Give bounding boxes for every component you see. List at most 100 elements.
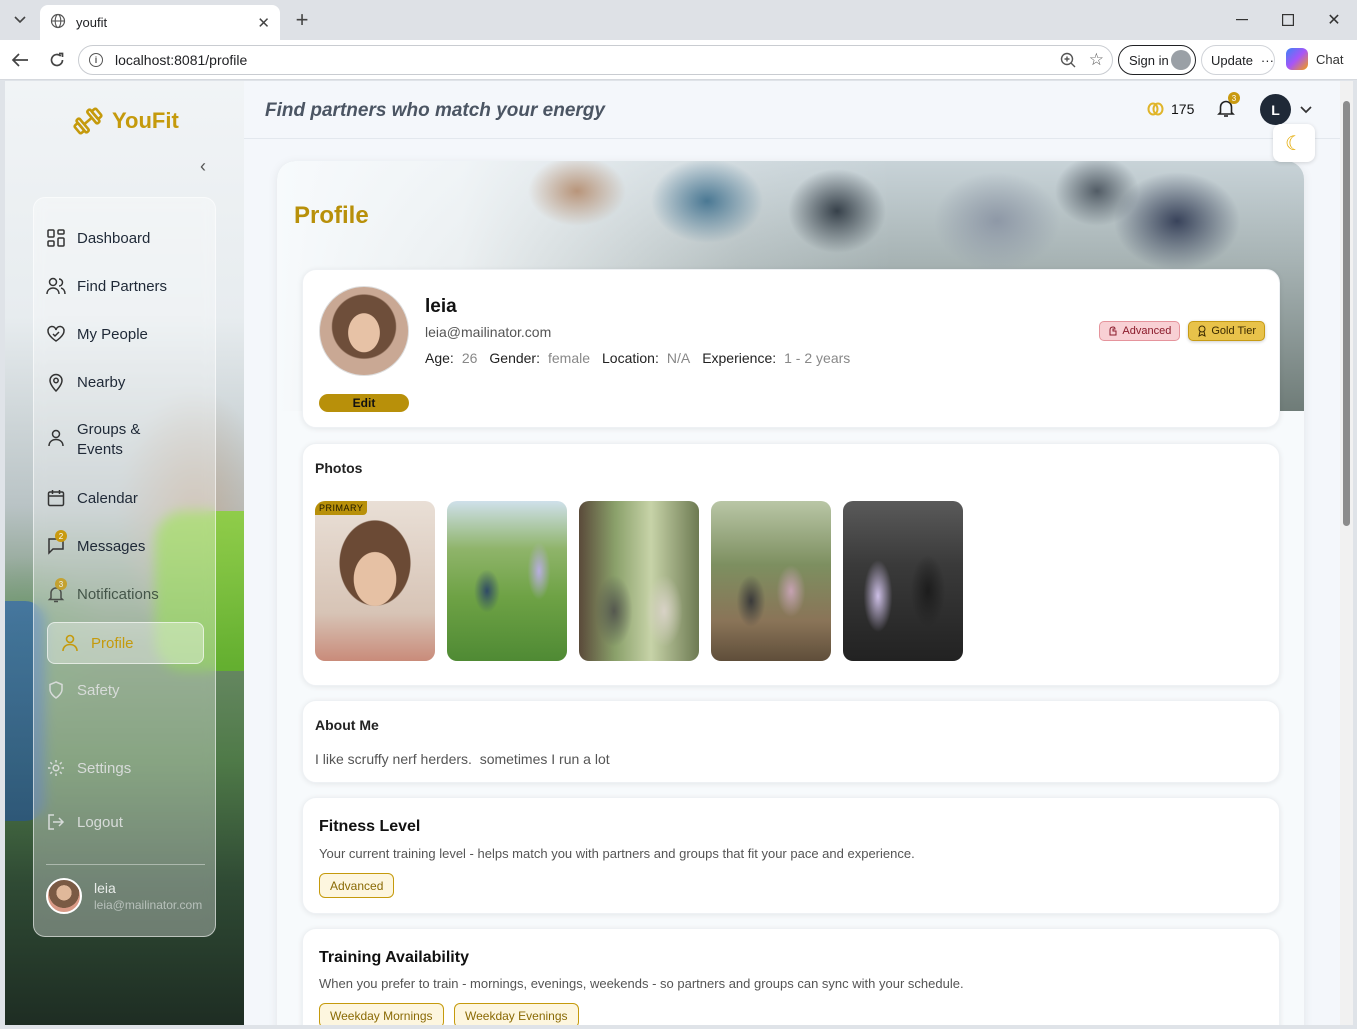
availability-title: Training Availability <box>319 949 469 966</box>
moon-icon: ☾ <box>1285 132 1303 155</box>
reload-icon[interactable] <box>44 48 70 72</box>
sidebar-item-label: Logout <box>77 813 123 831</box>
availability-description: When you prefer to train - mornings, eve… <box>319 976 964 991</box>
photo-thumbnail[interactable] <box>843 501 963 661</box>
dumbbell-icon <box>73 107 103 135</box>
sidebar-nav: Dashboard Find Partners My People Nearby… <box>33 197 216 937</box>
sidebar-item-label: Groups & Events <box>77 421 141 458</box>
photo-thumbnail[interactable]: PRIMARY <box>315 501 435 661</box>
collapse-sidebar-icon[interactable]: ‹ <box>200 156 206 177</box>
browser-tabbar: youfit ✕ + ✕ <box>0 0 1357 40</box>
about-text: I like scruffy nerf herders. sometimes I… <box>315 751 610 767</box>
gear-icon <box>46 758 66 778</box>
sidebar: YouFit ‹ Dashboard Find Partners My Peop… <box>5 81 244 1025</box>
browser-toolbar: i localhost:8081/profile ☆ Sign in Updat… <box>0 40 1357 80</box>
fitness-level-chip: Advanced <box>319 873 395 898</box>
copilot-chat-button[interactable]: Chat <box>1286 48 1343 70</box>
profile-card: Profile Edit leia leia@mailinator.com Ag… <box>277 161 1304 1025</box>
message-icon: 2 <box>46 530 67 556</box>
header-tagline: Find partners who match your energy <box>265 100 605 121</box>
edit-profile-button[interactable]: Edit <box>319 394 409 412</box>
dark-mode-toggle[interactable]: ☾ <box>1273 124 1315 162</box>
minimize-icon[interactable] <box>1229 8 1255 32</box>
sidebar-item-label: Messages <box>77 537 146 555</box>
sidebar-item-label: Safety <box>77 681 120 699</box>
sidebar-item-profile[interactable]: Profile <box>47 622 204 664</box>
notifications-button[interactable]: 3 <box>1216 92 1240 123</box>
url-text: localhost:8081/profile <box>115 52 248 68</box>
level-badge: Advanced <box>1099 321 1181 341</box>
tab-search-icon[interactable] <box>6 7 34 33</box>
location-value: N/A <box>666 350 691 366</box>
sidebar-user-card[interactable]: leia leia@mailinator.com <box>46 878 202 914</box>
sidebar-item-groups-events[interactable]: Groups & Events <box>46 420 203 460</box>
sidebar-item-nearby[interactable]: Nearby <box>46 372 203 392</box>
gender-label: Gender: <box>489 350 540 366</box>
bookmark-star-icon[interactable]: ☆ <box>1089 50 1104 70</box>
users-icon <box>46 276 66 296</box>
about-title: About Me <box>315 717 379 733</box>
sidebar-item-messages[interactable]: 2 Messages <box>46 530 203 556</box>
app-logo[interactable]: YouFit <box>72 105 179 137</box>
primary-photo-tag: PRIMARY <box>315 501 368 515</box>
notifications-badge: 3 <box>55 578 67 590</box>
tier-badge-text: Gold Tier <box>1211 325 1256 337</box>
site-info-icon[interactable]: i <box>89 53 103 67</box>
address-bar[interactable]: i localhost:8081/profile ☆ <box>78 45 1113 75</box>
sidebar-item-dashboard[interactable]: Dashboard <box>46 228 203 248</box>
close-window-icon[interactable]: ✕ <box>1321 8 1347 32</box>
maximize-icon[interactable] <box>1275 8 1301 32</box>
sidebar-user-email: leia@mailinator.com <box>94 898 203 912</box>
back-icon[interactable] <box>7 48 33 72</box>
photo-thumbnail[interactable] <box>447 501 567 661</box>
user-avatar-button[interactable]: L <box>1260 94 1291 125</box>
profile-avatar <box>319 286 409 376</box>
coin-count: 175 <box>1171 101 1195 117</box>
sidebar-item-notifications[interactable]: 3 Notifications <box>46 578 203 604</box>
map-pin-icon <box>46 372 66 392</box>
profile-info-panel: Edit leia leia@mailinator.com Age: 26 Ge… <box>302 269 1280 428</box>
user-icon <box>60 633 80 653</box>
age-label: Age: <box>425 350 454 366</box>
profile-email: leia@mailinator.com <box>425 324 552 340</box>
sidebar-item-safety[interactable]: Safety <box>46 680 203 700</box>
update-button[interactable]: Update ··· <box>1201 45 1275 75</box>
close-tab-icon[interactable]: ✕ <box>257 14 270 32</box>
sidebar-item-logout[interactable]: Logout <box>46 812 203 832</box>
notification-count-badge: 3 <box>1228 92 1240 104</box>
fitness-description: Your current training level - helps matc… <box>319 846 915 861</box>
sign-in-button[interactable]: Sign in <box>1118 45 1196 75</box>
page-scrollbar[interactable] <box>1340 81 1353 1025</box>
chevron-down-icon[interactable] <box>1300 101 1312 119</box>
zoom-icon[interactable] <box>1060 52 1076 71</box>
training-availability-panel: Training Availability When you prefer to… <box>302 928 1280 1025</box>
sidebar-item-find-partners[interactable]: Find Partners <box>46 276 203 296</box>
scrollbar-thumb[interactable] <box>1343 101 1350 526</box>
photo-thumbnail[interactable] <box>711 501 831 661</box>
sidebar-item-settings[interactable]: Settings <box>46 758 203 778</box>
chat-label: Chat <box>1316 51 1344 67</box>
sidebar-item-calendar[interactable]: Calendar <box>46 488 203 508</box>
fitness-title: Fitness Level <box>319 818 421 835</box>
sidebar-item-label: Settings <box>77 759 132 777</box>
browser-tab[interactable]: youfit ✕ <box>40 5 280 40</box>
sidebar-item-label: Calendar <box>77 489 138 507</box>
main-content: Profile Edit leia leia@mailinator.com Ag… <box>244 139 1340 1025</box>
tab-title: youfit <box>76 15 108 30</box>
new-tab-icon[interactable]: + <box>290 7 314 32</box>
sidebar-item-label: Find Partners <box>77 277 168 295</box>
about-me-panel: About Me I like scruffy nerf herders. so… <box>302 700 1280 783</box>
bell-icon: 3 <box>46 578 67 604</box>
sidebar-item-label: Nearby <box>77 373 126 391</box>
sidebar-item-label: Profile <box>91 634 134 652</box>
medal-icon <box>1198 325 1207 337</box>
sidebar-item-my-people[interactable]: My People <box>46 324 203 344</box>
age-value: 26 <box>461 350 478 366</box>
coin-balance[interactable]: 175 <box>1147 101 1194 117</box>
app-viewport: YouFit ‹ Dashboard Find Partners My Peop… <box>5 81 1353 1025</box>
top-header: Find partners who match your energy 175 … <box>244 81 1353 139</box>
photo-thumbnail[interactable] <box>579 501 699 661</box>
logo-text: YouFit <box>112 108 179 133</box>
sign-in-label: Sign in <box>1129 52 1169 68</box>
sidebar-user-name: leia <box>94 880 116 896</box>
